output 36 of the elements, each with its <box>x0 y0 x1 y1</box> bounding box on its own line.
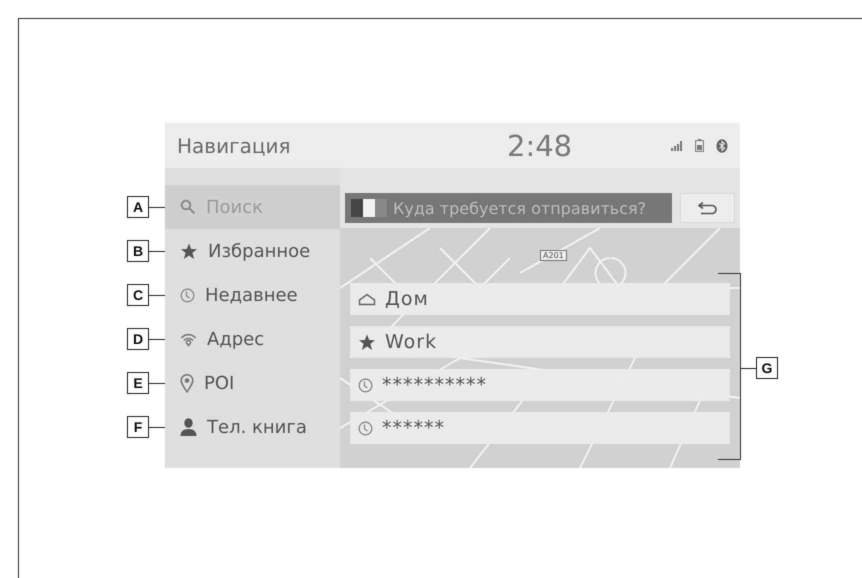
bluetooth-icon <box>716 138 728 152</box>
callout-label: B <box>127 240 149 262</box>
home-icon <box>358 292 376 306</box>
clock-icon <box>358 378 373 392</box>
callout-label: D <box>127 328 149 350</box>
road-sign: A201 <box>540 250 567 261</box>
star-icon <box>180 242 198 260</box>
destination-item[interactable]: Work <box>350 326 730 358</box>
callout-label: A <box>127 196 149 218</box>
sidebar-menu-item[interactable]: POI <box>165 361 340 405</box>
sidebar-menu-item[interactable]: Тел. книга <box>165 405 340 449</box>
clock-time: 2:48 <box>507 128 574 162</box>
flag-icon <box>351 199 387 217</box>
star-icon <box>358 334 376 350</box>
screen-title: Навигация <box>177 134 292 158</box>
callout-label: C <box>127 284 149 306</box>
sidebar-menu-item[interactable]: Избранное <box>165 229 340 273</box>
callout-label: E <box>127 372 149 394</box>
destination-item[interactable]: ****** <box>350 412 730 444</box>
clock-icon <box>180 288 195 302</box>
search-icon <box>180 199 196 215</box>
map-view[interactable]: A201 Дом Work ********** ****** <box>340 228 740 468</box>
clock-icon <box>358 420 373 436</box>
person-icon <box>180 418 197 436</box>
sidebar-menu-item[interactable]: Недавнее <box>165 273 340 317</box>
sidebar-menu-item[interactable]: Адрес <box>165 317 340 361</box>
battery-icon <box>695 139 704 152</box>
signal-icon <box>671 140 683 150</box>
callout-label: G <box>756 357 778 379</box>
back-arrow-icon <box>696 201 718 215</box>
callout-label: F <box>127 416 149 438</box>
map-pin-icon <box>180 374 194 392</box>
back-button[interactable] <box>680 193 735 223</box>
location-signal-icon <box>180 332 197 346</box>
destination-item[interactable]: Дом <box>350 283 730 315</box>
destination-item[interactable]: ********** <box>350 369 730 401</box>
